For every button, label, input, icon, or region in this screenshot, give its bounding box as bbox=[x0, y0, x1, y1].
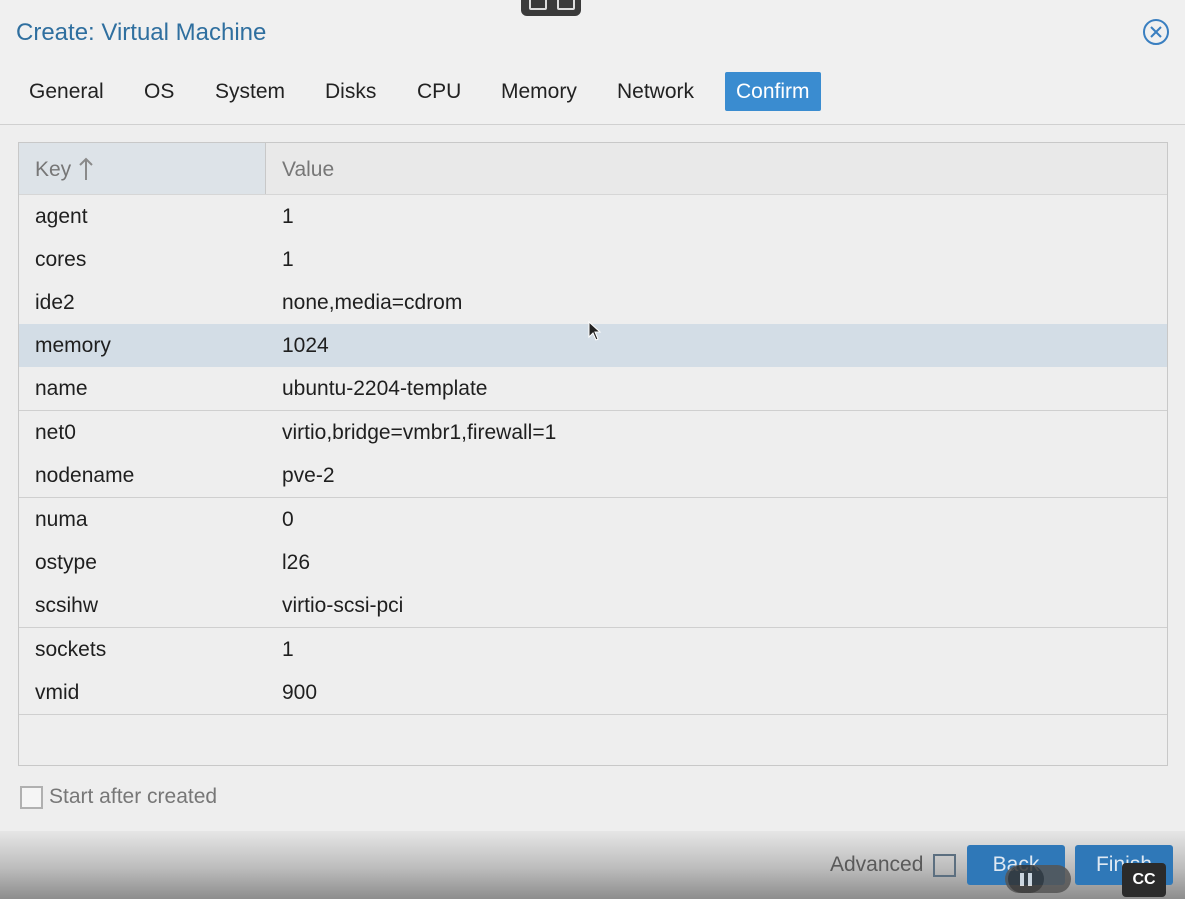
row-value: 1024 bbox=[282, 334, 329, 357]
row-key: vmid bbox=[35, 681, 80, 704]
advanced-checkbox[interactable] bbox=[933, 854, 956, 877]
row-key: name bbox=[35, 377, 88, 400]
row-key: agent bbox=[35, 205, 88, 228]
row-value: virtio-scsi-pci bbox=[282, 594, 404, 617]
row-value: pve-2 bbox=[282, 464, 335, 487]
row-key: ostype bbox=[35, 551, 97, 574]
table-row[interactable]: agent 1 bbox=[19, 195, 1167, 239]
column-header-value-label[interactable]: Value bbox=[282, 158, 334, 182]
row-value: virtio,bridge=vmbr1,firewall=1 bbox=[282, 421, 557, 444]
dialog-title: Create: Virtual Machine bbox=[16, 19, 267, 46]
closed-captions-button[interactable]: CC bbox=[1122, 863, 1166, 897]
row-key: cores bbox=[35, 248, 87, 271]
row-value: 0 bbox=[282, 508, 294, 531]
grid-header: Key Value bbox=[19, 143, 1167, 195]
table-row[interactable]: vmid 900 bbox=[19, 671, 1167, 715]
pause-icon bbox=[1008, 865, 1044, 893]
row-value: none,media=cdrom bbox=[282, 291, 463, 314]
column-header-key[interactable]: Key bbox=[19, 143, 266, 194]
row-value: 1 bbox=[282, 205, 294, 228]
row-key: nodename bbox=[35, 464, 135, 487]
summary-grid: Key Value agent 1 cores 1 ide2 none,medi… bbox=[18, 142, 1168, 766]
advanced-label: Advanced bbox=[830, 853, 924, 876]
row-key: scsihw bbox=[35, 594, 99, 617]
table-row[interactable]: name ubuntu-2204-template bbox=[19, 367, 1167, 411]
table-row[interactable]: ide2 none,media=cdrom bbox=[19, 281, 1167, 325]
row-key: sockets bbox=[35, 638, 107, 661]
table-row[interactable]: sockets 1 bbox=[19, 628, 1167, 672]
popout-icon bbox=[557, 0, 575, 10]
dialog-footer: Advanced Back Finish CC bbox=[0, 831, 1185, 899]
sort-ascending-icon bbox=[79, 157, 93, 181]
mouse-cursor-icon bbox=[588, 320, 602, 346]
tab-memory[interactable]: Memory bbox=[490, 72, 588, 111]
dialog-header: Create: Virtual Machine bbox=[0, 0, 1185, 68]
video-pause-toggle[interactable] bbox=[1005, 865, 1071, 893]
start-after-created-checkbox[interactable] bbox=[20, 786, 43, 809]
create-vm-dialog: Create: Virtual Machine General OS Syste… bbox=[0, 0, 1185, 899]
confirm-panel: Key Value agent 1 cores 1 ide2 none,medi… bbox=[0, 125, 1185, 831]
tab-disks[interactable]: Disks bbox=[314, 72, 387, 111]
table-row[interactable]: cores 1 bbox=[19, 238, 1167, 282]
table-row[interactable]: numa 0 bbox=[19, 498, 1167, 542]
media-controls-overlay bbox=[521, 0, 581, 16]
row-value: 1 bbox=[282, 638, 294, 661]
row-value: ubuntu-2204-template bbox=[282, 377, 488, 400]
row-key: numa bbox=[35, 508, 88, 531]
start-after-created-label: Start after created bbox=[49, 785, 218, 808]
tab-general[interactable]: General bbox=[18, 72, 115, 111]
table-row[interactable]: ostype l26 bbox=[19, 541, 1167, 585]
tab-os[interactable]: OS bbox=[133, 72, 185, 111]
tab-network[interactable]: Network bbox=[606, 72, 705, 111]
column-header-key-label: Key bbox=[35, 158, 72, 181]
row-value: 900 bbox=[282, 681, 318, 704]
wizard-tab-bar: General OS System Disks CPU Memory Netwo… bbox=[0, 68, 1185, 125]
row-value: l26 bbox=[282, 551, 311, 574]
picture-in-picture-icon bbox=[529, 0, 547, 10]
row-key: ide2 bbox=[35, 291, 75, 314]
row-value: 1 bbox=[282, 248, 294, 271]
row-key: memory bbox=[35, 334, 111, 357]
table-row[interactable]: net0 virtio,bridge=vmbr1,firewall=1 bbox=[19, 411, 1167, 455]
tab-cpu[interactable]: CPU bbox=[406, 72, 472, 111]
table-row[interactable]: nodename pve-2 bbox=[19, 454, 1167, 498]
tab-confirm[interactable]: Confirm bbox=[725, 72, 821, 111]
row-key: net0 bbox=[35, 421, 76, 444]
tab-system[interactable]: System bbox=[204, 72, 296, 111]
table-row[interactable]: scsihw virtio-scsi-pci bbox=[19, 584, 1167, 628]
close-icon[interactable] bbox=[1142, 18, 1170, 46]
